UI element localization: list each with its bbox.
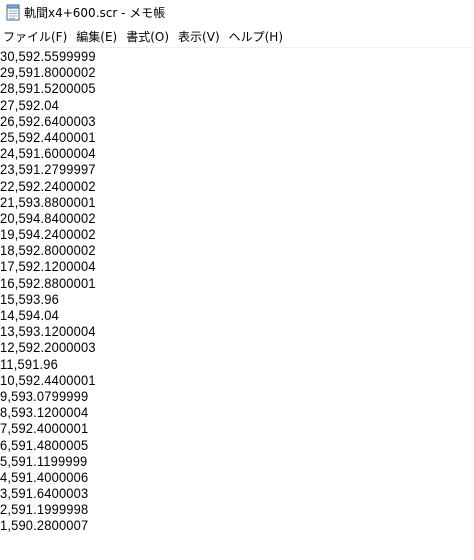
- text-line: 19,594.2400002: [0, 226, 96, 243]
- text-line: 26,592.6400003: [0, 112, 96, 129]
- text-line: 25,592.4400001: [0, 128, 96, 145]
- text-line: 14,594.04: [0, 307, 59, 323]
- notepad-icon: [6, 4, 20, 21]
- menu-format[interactable]: 書式(O): [123, 29, 172, 45]
- text-line: 27,592.04: [0, 96, 59, 113]
- notepad-window: 軌間x4+600.scr - メモ帳 ファイル(F) 編集(E) 書式(O) 表示(V…: [0, 0, 474, 560]
- text-line: 5,591.1199999: [0, 452, 88, 469]
- text-line: 30,592.5599999: [0, 48, 96, 64]
- text-line: 15,593.96: [0, 290, 59, 307]
- text-editor-area[interactable]: 30,592.5599999 29,591.8000002 28,591.52000…: [0, 48, 474, 560]
- text-line: 10,592.4400001: [0, 371, 96, 388]
- text-line: 28,591.5200005: [0, 80, 96, 97]
- text-line: 23,591.2799997: [0, 161, 96, 178]
- text-line: 9,593.0799999: [0, 387, 89, 404]
- menu-view[interactable]: 表示(V): [175, 29, 223, 45]
- text-line: 16,592.8800001: [0, 274, 96, 291]
- menu-bar: ファイル(F) 編集(E) 書式(O) 表示(V) ヘルプ(H): [0, 28, 474, 46]
- text-line: 17,592.1200004: [0, 258, 96, 275]
- text-line: 18,592.8000002: [0, 242, 96, 259]
- title-bar[interactable]: 軌間x4+600.scr - メモ帳: [0, 0, 474, 26]
- text-line: 24,591.6000004: [0, 145, 96, 162]
- window-title: 軌間x4+600.scr - メモ帳: [24, 6, 166, 20]
- text-line: 20,594.8400002: [0, 209, 96, 226]
- menu-file[interactable]: ファイル(F): [0, 29, 70, 45]
- text-line: 12,592.2000003: [0, 339, 96, 356]
- text-line: 29,591.8000002: [0, 64, 96, 81]
- text-line: 22,592.2400002: [0, 177, 96, 194]
- text-line: 13,593.1200004: [0, 323, 96, 340]
- text-line: 2,591.1999998: [0, 501, 89, 518]
- text-lines: 30,592.5599999 29,591.8000002 28,591.52000…: [0, 48, 474, 534]
- text-line: 7,592.4000001: [0, 420, 89, 437]
- text-line: 11,591.96: [0, 355, 59, 372]
- menu-help[interactable]: ヘルプ(H): [226, 29, 286, 45]
- text-line: 4,591.4000006: [0, 468, 89, 485]
- text-line: 8,593.1200004: [0, 404, 89, 421]
- text-line: 3,591.6400003: [0, 485, 89, 502]
- text-line: 21,593.8800001: [0, 193, 96, 210]
- text-line: 1,590.2800007: [0, 517, 89, 534]
- text-line: 6,591.4800005: [0, 436, 89, 453]
- menu-edit[interactable]: 編集(E): [73, 29, 120, 45]
